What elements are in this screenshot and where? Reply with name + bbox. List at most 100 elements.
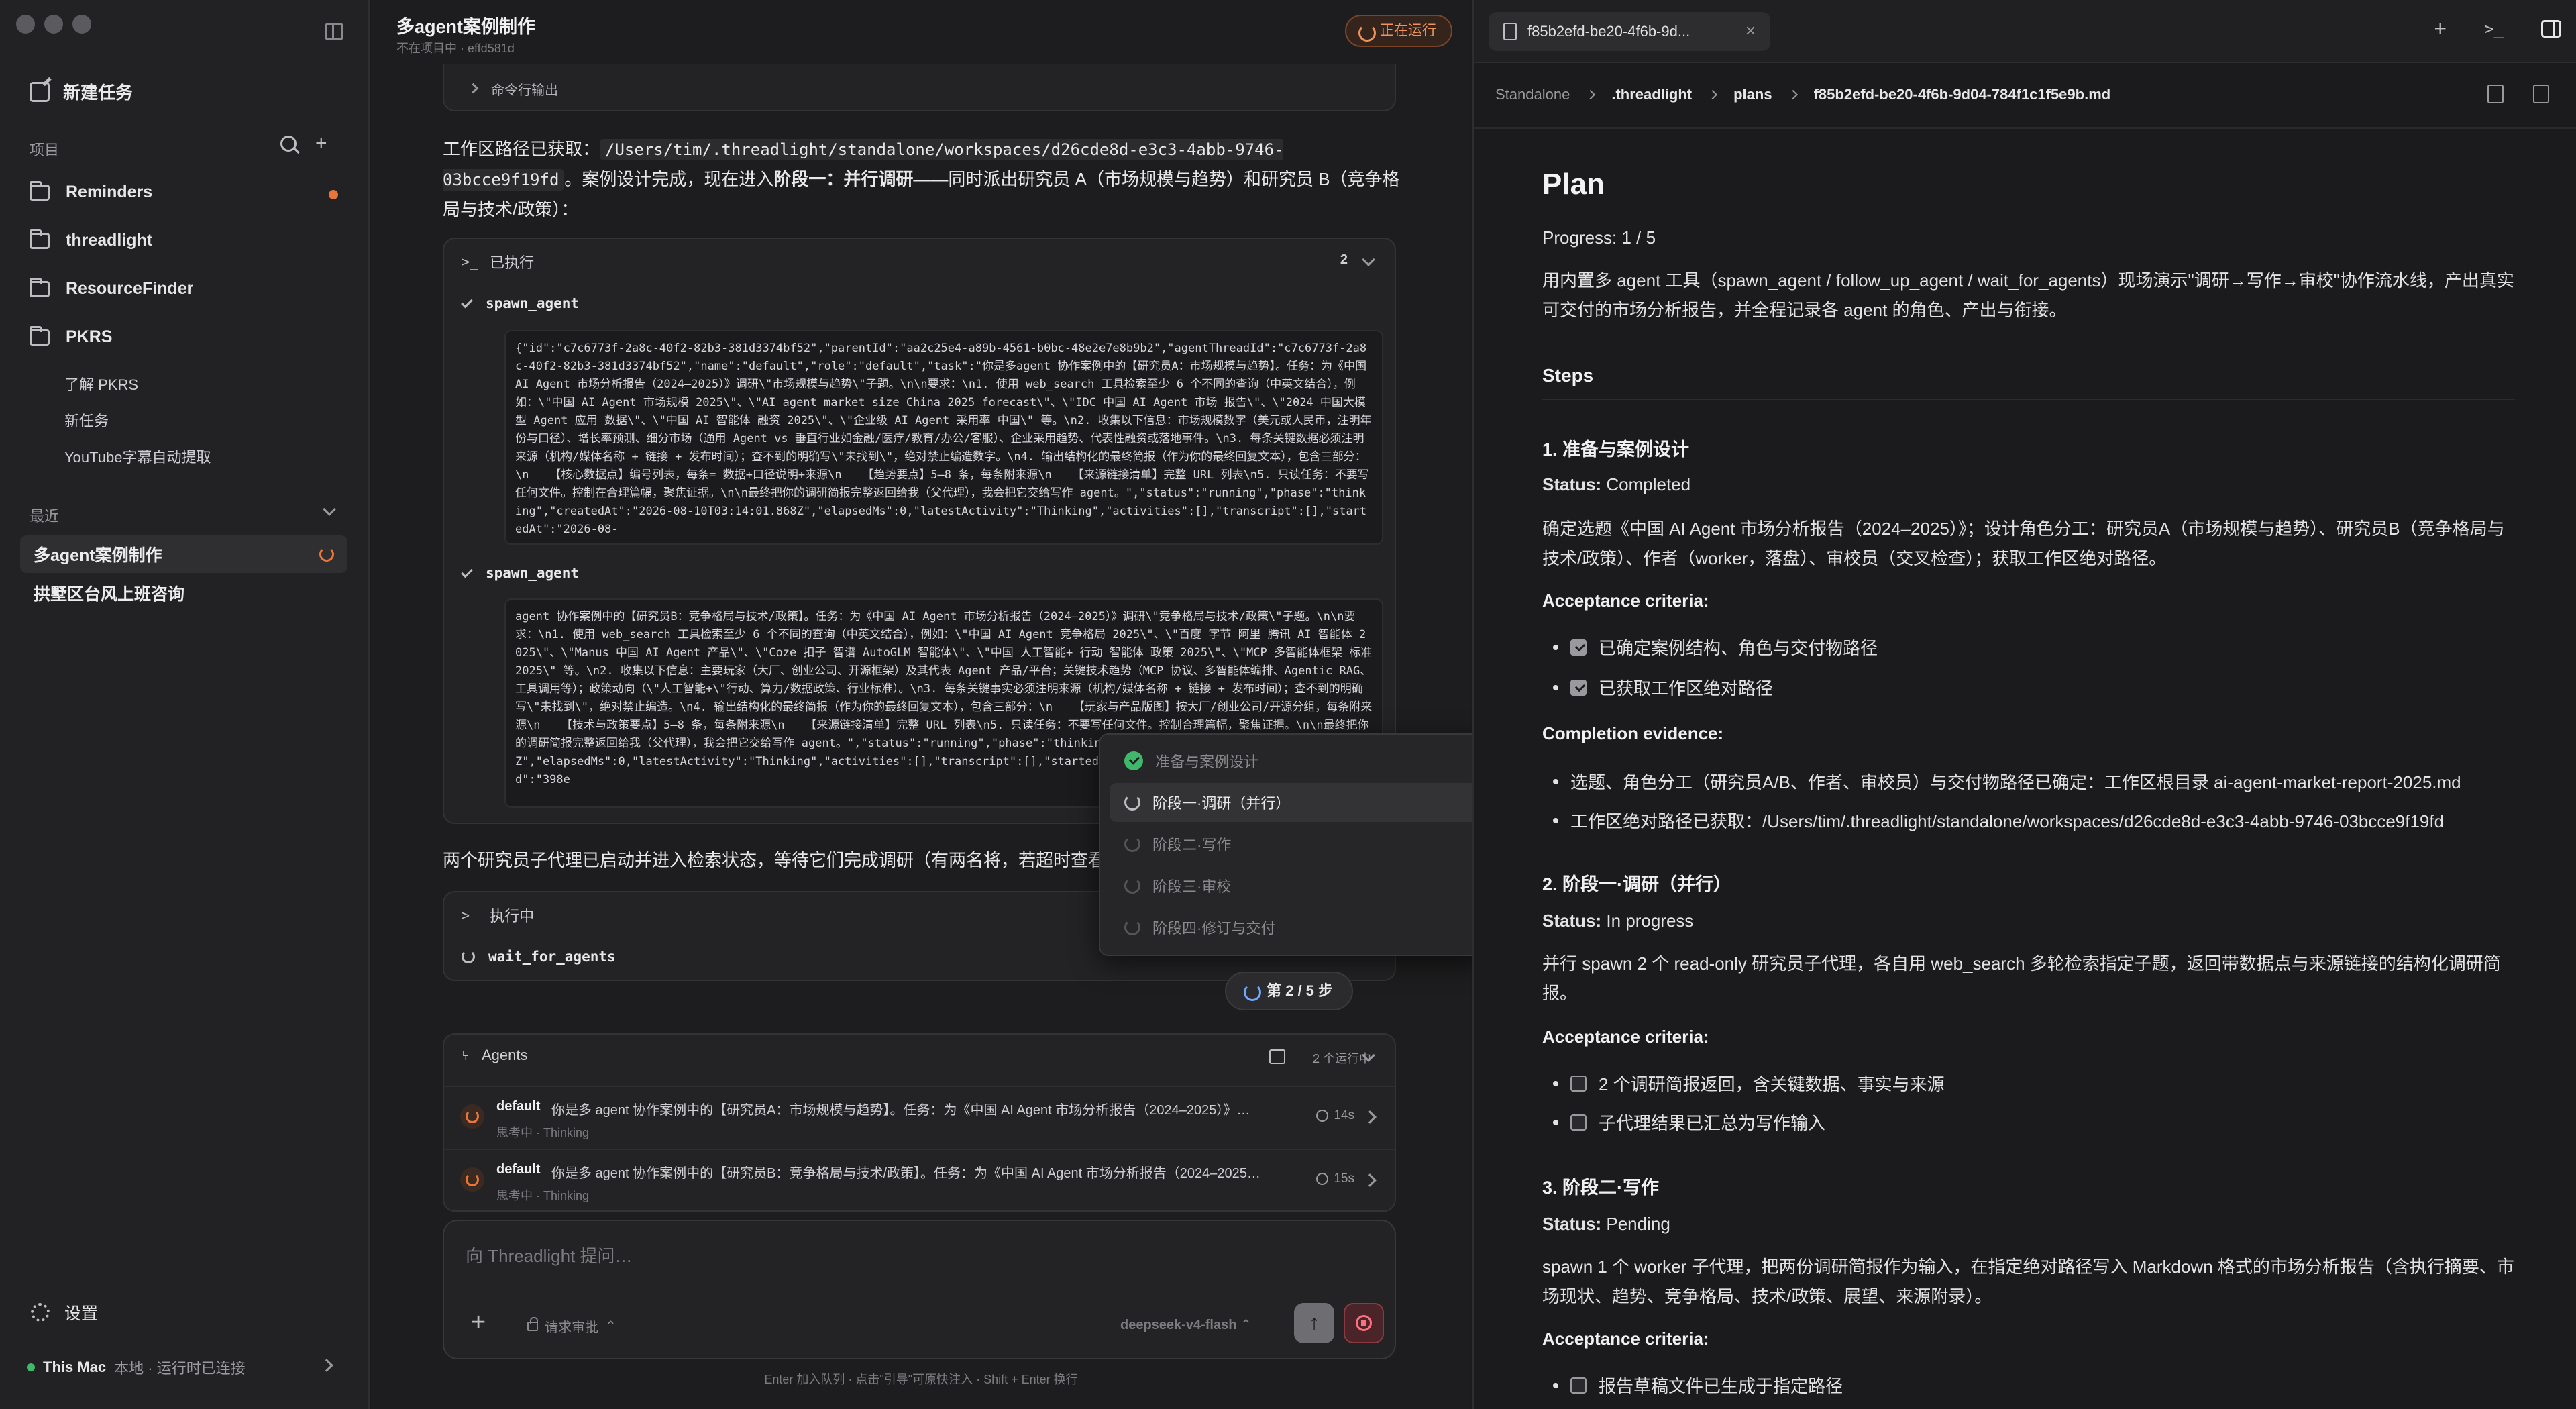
check-icon xyxy=(461,566,473,578)
evidence-text: 工作区绝对路径已获取：/Users/tim/.threadlight/stand… xyxy=(1570,811,2445,831)
plan-step-completed[interactable]: 准备与案例设计 xyxy=(1110,741,1477,780)
new-task-button[interactable]: 新建任务 xyxy=(30,79,133,104)
approval-label: 请求审批 xyxy=(545,1320,598,1335)
approval-mode-button[interactable]: 请求审批 ⌃ xyxy=(527,1316,616,1336)
chevron-up-icon: ⌃ xyxy=(1240,1318,1252,1333)
executed-count: 2 xyxy=(1340,252,1348,267)
checkbox[interactable] xyxy=(1570,1114,1587,1131)
breadcrumb-item[interactable]: Standalone xyxy=(1495,86,1570,103)
criteria-text: 子代理结果已汇总为写作输入 xyxy=(1599,1113,1826,1133)
checkbox-checked[interactable] xyxy=(1570,639,1587,656)
plan-step-pending[interactable]: 阶段四·修订与交付 xyxy=(1110,908,1477,947)
tool-call-wait-for-agents[interactable]: wait_for_agents xyxy=(462,949,616,965)
checkbox[interactable] xyxy=(1570,1377,1587,1394)
recent-item-label: 拱墅区台风上班咨询 xyxy=(34,585,185,604)
chevron-down-icon[interactable] xyxy=(1362,253,1375,266)
running-label: 执行中 xyxy=(490,908,535,925)
breadcrumb: Standalone .threadlight plans f85b2efd-b… xyxy=(1495,86,2110,103)
criteria-text: 已确定案例结构、角色与交付物路径 xyxy=(1599,638,1878,658)
criteria-item: 报告草稿文件已生成于指定路径 xyxy=(1553,1373,2512,1398)
agents-card: ⑂ Agents 2 个运行中 default 你是多 agent 协作案例中的… xyxy=(443,1033,1396,1212)
search-icon[interactable] xyxy=(280,136,297,152)
bullet xyxy=(1553,817,1558,823)
message-input[interactable]: 向 Threadlight 提问… xyxy=(466,1243,633,1267)
attach-button[interactable]: + xyxy=(471,1308,486,1337)
new-tab-icon[interactable]: + xyxy=(2434,16,2447,41)
file-code-icon[interactable] xyxy=(2487,85,2504,103)
plan-step-pending[interactable]: 阶段二·写作 xyxy=(1110,825,1477,864)
panel-toggle-icon[interactable] xyxy=(2541,19,2561,38)
plan-steps-popup: 准备与案例设计 阶段一·调研（并行） 阶段二·写作 阶段三·审校 阶段四·修订与… xyxy=(1099,733,1487,956)
stop-button[interactable] xyxy=(1344,1303,1384,1343)
breadcrumb-item[interactable]: plans xyxy=(1733,86,1772,103)
folder-open-icon xyxy=(30,325,50,346)
steps-heading: Steps xyxy=(1542,365,1594,386)
zoom-window-button[interactable] xyxy=(72,15,91,34)
recent-item-active[interactable]: 多agent案例制作 xyxy=(20,535,347,573)
plan-step-current[interactable]: 阶段一·调研（并行） xyxy=(1110,783,1477,822)
tool-call-spawn-agent[interactable]: spawn_agent xyxy=(461,295,580,311)
bullet xyxy=(1553,1080,1558,1086)
layout-icon[interactable] xyxy=(1269,1049,1285,1064)
machine-status[interactable]: This Mac 本地 · 运行时已连接 xyxy=(27,1357,342,1378)
running-header[interactable]: >_ 执行中 xyxy=(462,904,534,926)
plan-step-label: 阶段四·修订与交付 xyxy=(1152,920,1276,937)
project-resourcefinder[interactable]: ResourceFinder xyxy=(30,277,193,299)
sidebar-toggle-icon[interactable] xyxy=(325,23,343,40)
chevron-down-icon[interactable] xyxy=(323,503,336,516)
breadcrumb-item[interactable]: .threadlight xyxy=(1611,86,1692,103)
minimize-window-button[interactable] xyxy=(44,15,63,34)
pending-icon xyxy=(1124,836,1140,852)
split-view-icon[interactable] xyxy=(2533,85,2549,103)
file-icon xyxy=(1503,23,1517,40)
check-circle-icon xyxy=(1124,751,1143,770)
breadcrumb-item[interactable]: f85b2efd-be20-4f6b-9d04-784f1c1f5e9b.md xyxy=(1814,86,2111,103)
running-spinner-icon xyxy=(319,547,334,562)
agent-row[interactable]: default 你是多 agent 协作案例中的【研究员B：竞争格局与技术/政策… xyxy=(444,1149,1395,1212)
step-heading: 3. 阶段二·写作 xyxy=(1542,1178,1660,1198)
machine-status-text: 本地 · 运行时已连接 xyxy=(114,1360,246,1377)
task-item[interactable]: 新任务 xyxy=(64,409,109,431)
project-pkrs[interactable]: PKRS xyxy=(30,325,112,347)
terminal-icon[interactable]: >_ xyxy=(2484,19,2504,38)
settings-button[interactable]: 设置 xyxy=(31,1300,98,1324)
recent-item[interactable]: 拱墅区台风上班咨询 xyxy=(20,574,347,612)
agents-header[interactable]: ⑂ Agents xyxy=(462,1047,528,1064)
step-description: spawn 1 个 worker 子代理，把两份调研简报作为输入，在指定绝对路径… xyxy=(1542,1257,2514,1306)
message-text: 。案例设计完成，现在进入 xyxy=(564,169,774,189)
check-icon xyxy=(461,296,473,308)
bullet xyxy=(1553,778,1558,784)
step-status: Status: In progress xyxy=(1542,906,2515,935)
project-threadlight[interactable]: threadlight xyxy=(30,229,152,250)
criteria-text: 2 个调研简报返回，含关键数据、事实与来源 xyxy=(1599,1074,1945,1094)
tool-call-spawn-agent[interactable]: spawn_agent xyxy=(461,565,579,581)
agents-running-count: 2 个运行中 xyxy=(1312,1052,1371,1065)
chevron-right-icon xyxy=(1708,89,1718,100)
executed-header[interactable]: >_ 已执行 xyxy=(462,251,534,272)
add-project-icon[interactable]: + xyxy=(315,134,327,154)
send-button[interactable]: ↑ xyxy=(1294,1303,1334,1343)
checkbox-checked[interactable] xyxy=(1570,679,1587,696)
chevron-up-icon: ⌃ xyxy=(605,1319,616,1334)
agents-label: Agents xyxy=(482,1047,528,1063)
project-reminders[interactable]: Reminders xyxy=(30,180,152,202)
clock-icon xyxy=(1316,1110,1329,1122)
chevron-right-icon xyxy=(468,83,479,94)
message-composer[interactable]: 向 Threadlight 提问… + 请求审批 ⌃ deepseek-v4-f… xyxy=(443,1220,1396,1359)
task-item[interactable]: YouTube字幕自动提取 xyxy=(64,446,211,467)
task-item[interactable]: 了解 PKRS xyxy=(64,373,138,395)
model-selector[interactable]: deepseek-v4-flash ⌃ xyxy=(1120,1316,1252,1333)
tool-name: wait_for_agents xyxy=(488,949,616,965)
tool-name: spawn_agent xyxy=(486,295,580,311)
agent-row[interactable]: default 你是多 agent 协作案例中的【研究员A：市场规模与趋势】。任… xyxy=(444,1086,1395,1149)
command-output-card[interactable]: 命令行输出 xyxy=(443,64,1396,111)
checkbox[interactable] xyxy=(1570,1075,1587,1092)
file-tab[interactable]: f85b2efd-be20-4f6b-9d... × xyxy=(1489,12,1770,51)
criteria-text: 报告草稿文件已生成于指定路径 xyxy=(1599,1376,1843,1396)
close-tab-icon[interactable]: × xyxy=(1746,20,1756,41)
plan-step-pending[interactable]: 阶段三·审校 xyxy=(1110,866,1477,905)
step-progress-pill[interactable]: 第 2 / 5 步 xyxy=(1225,972,1354,1010)
lock-icon xyxy=(527,1316,538,1331)
close-window-button[interactable] xyxy=(16,15,35,34)
message-bold: 阶段一：并行调研 xyxy=(773,169,914,189)
